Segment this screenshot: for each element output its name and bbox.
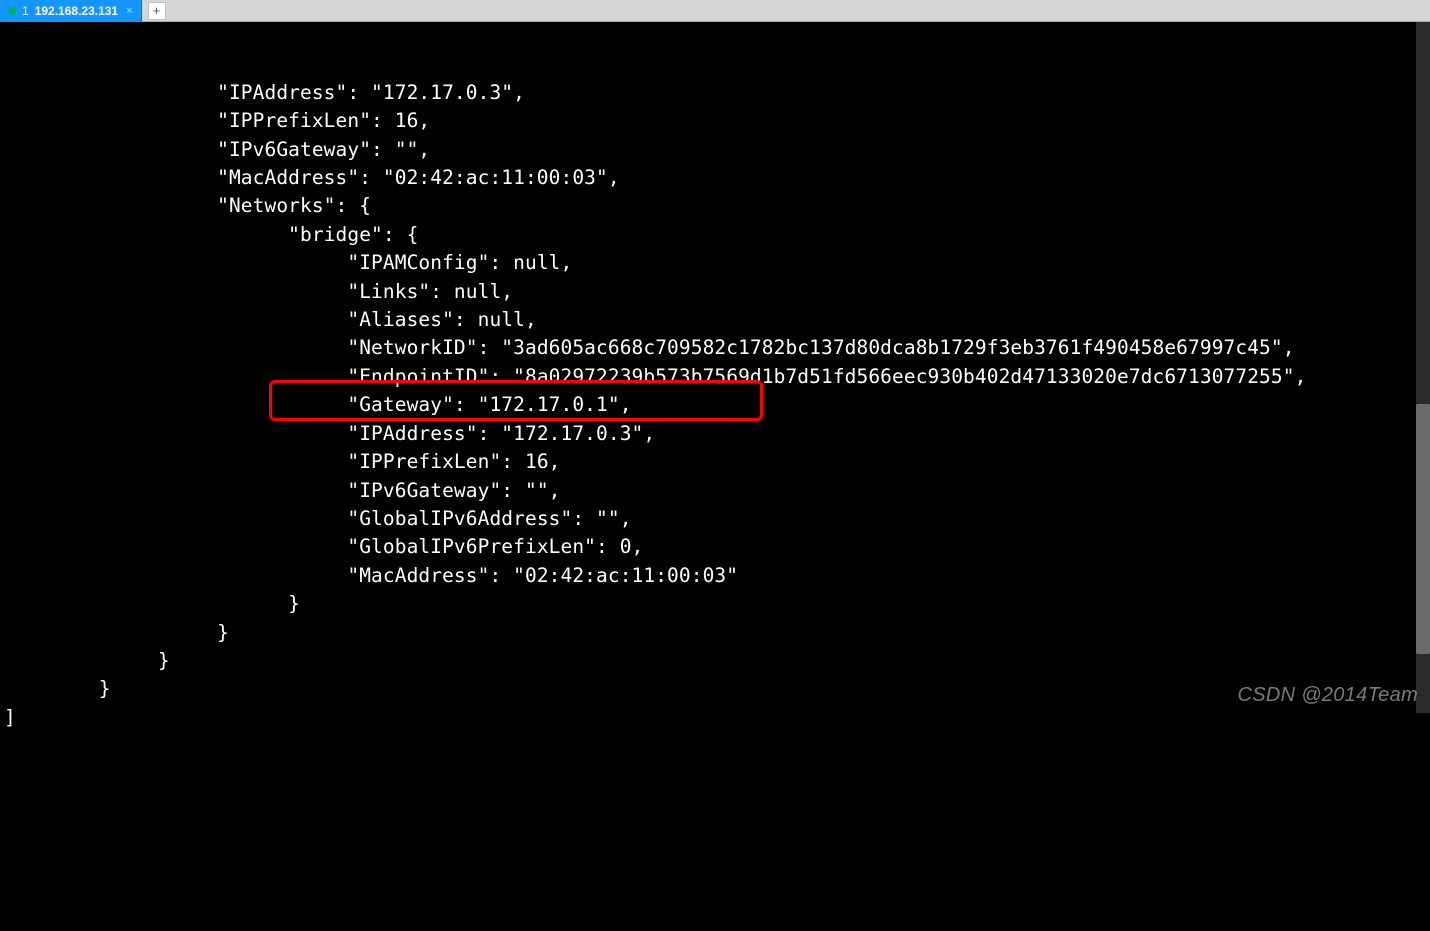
line-gateway: "Gateway": "172.17.0.1", bbox=[347, 393, 631, 416]
line-ipprefixlen-top: "IPPrefixLen": 16, bbox=[217, 109, 430, 132]
line-array-close: ] bbox=[4, 706, 16, 729]
line-ipaddress-top: "IPAddress": "172.17.0.3", bbox=[217, 81, 525, 104]
terminal-tab-active[interactable]: 1 192.168.23.131 × bbox=[0, 0, 142, 22]
tab-index: 1 bbox=[22, 4, 29, 18]
tab-title: 192.168.23.131 bbox=[35, 4, 118, 18]
line-globalipv6addr: "GlobalIPv6Address": "", bbox=[347, 507, 631, 530]
line-outer-close: } bbox=[99, 677, 111, 700]
status-dot-icon bbox=[8, 7, 16, 15]
line-obj-close: } bbox=[158, 649, 170, 672]
watermark-text: CSDN @2014Team bbox=[1237, 681, 1418, 709]
line-networks-close: } bbox=[217, 621, 229, 644]
scrollbar-track[interactable] bbox=[1416, 22, 1430, 713]
line-ipamconfig: "IPAMConfig": null, bbox=[347, 251, 572, 274]
line-links: "Links": null, bbox=[347, 280, 513, 303]
line-networks-open: "Networks": { bbox=[217, 194, 371, 217]
scrollbar-thumb[interactable] bbox=[1416, 404, 1430, 654]
line-ipaddress-bridge: "IPAddress": "172.17.0.3", bbox=[347, 422, 655, 445]
line-ipv6gateway-top: "IPv6Gateway": "", bbox=[217, 138, 430, 161]
terminal-output: "IPAddress": "172.17.0.3", "IPPrefixLen"… bbox=[0, 79, 1430, 732]
terminal-pane[interactable]: "IPAddress": "172.17.0.3", "IPPrefixLen"… bbox=[0, 22, 1430, 713]
tab-bar: 1 192.168.23.131 × + bbox=[0, 0, 1430, 22]
line-ipv6gateway-bridge: "IPv6Gateway": "", bbox=[347, 479, 560, 502]
line-bridge-close: } bbox=[288, 592, 300, 615]
close-tab-icon[interactable]: × bbox=[124, 5, 134, 17]
line-macaddress-bridge: "MacAddress": "02:42:ac:11:00:03" bbox=[347, 564, 738, 587]
line-bridge-open: "bridge": { bbox=[288, 223, 418, 246]
new-tab-button[interactable]: + bbox=[148, 2, 166, 20]
line-globalipv6prefixlen: "GlobalIPv6PrefixLen": 0, bbox=[347, 535, 643, 558]
line-ipprefixlen-bridge: "IPPrefixLen": 16, bbox=[347, 450, 560, 473]
line-aliases: "Aliases": null, bbox=[347, 308, 536, 331]
line-macaddress-top: "MacAddress": "02:42:ac:11:00:03", bbox=[217, 166, 620, 189]
line-endpointid: "EndpointID": "8a02972239b573b7569d1b7d5… bbox=[347, 365, 1306, 388]
line-networkid: "NetworkID": "3ad605ac668c709582c1782bc1… bbox=[347, 336, 1294, 359]
